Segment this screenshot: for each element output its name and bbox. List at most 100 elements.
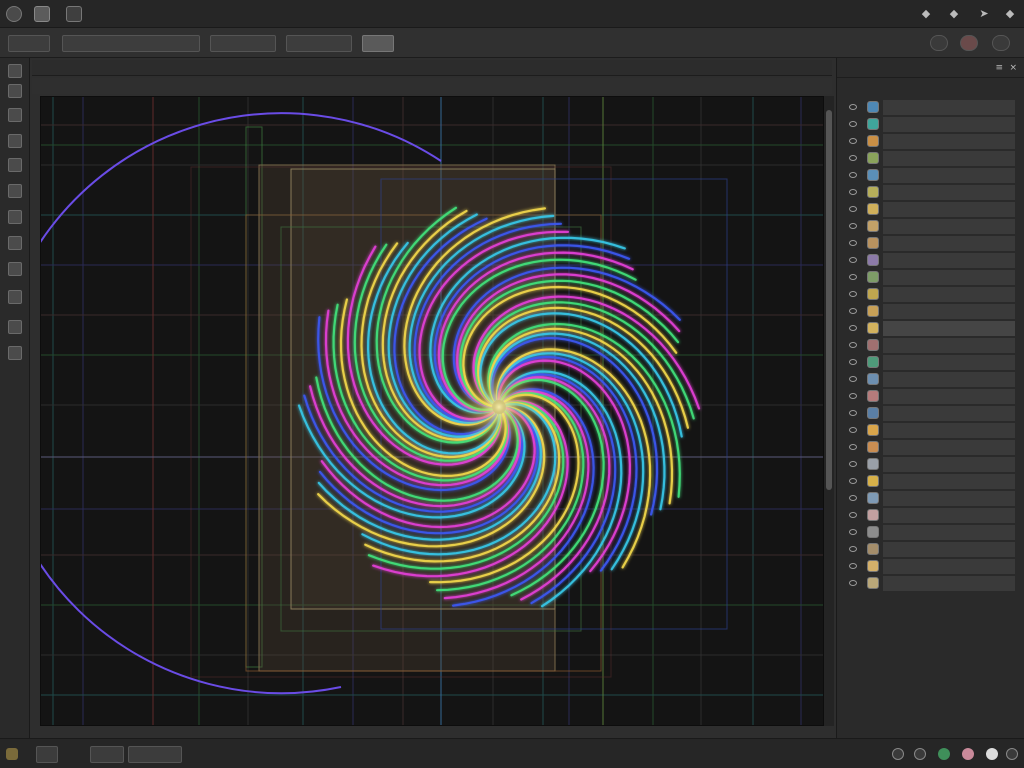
- layer-row[interactable]: [841, 151, 1021, 166]
- visibility-eye-icon[interactable]: [849, 291, 857, 297]
- visibility-eye-icon[interactable]: [849, 308, 857, 314]
- layer-name-field[interactable]: [883, 185, 1015, 200]
- toggle-button[interactable]: [362, 35, 394, 52]
- layer-name-field[interactable]: [883, 321, 1015, 336]
- layer-row[interactable]: [841, 168, 1021, 183]
- visibility-eye-icon[interactable]: [849, 155, 857, 161]
- user-avatar[interactable]: [960, 35, 978, 51]
- lasso-tool-icon[interactable]: [8, 108, 22, 122]
- layer-name-field[interactable]: [883, 372, 1015, 387]
- layer-row[interactable]: [841, 474, 1021, 489]
- layer-name-field[interactable]: [883, 389, 1015, 404]
- panel-close-icon[interactable]: ×: [1009, 63, 1017, 73]
- layer-row[interactable]: [841, 406, 1021, 421]
- layer-name-field[interactable]: [883, 440, 1015, 455]
- visibility-eye-icon[interactable]: [849, 546, 857, 552]
- layer-row[interactable]: [841, 491, 1021, 506]
- layer-name-field[interactable]: [883, 559, 1015, 574]
- opacity-field[interactable]: [286, 35, 352, 52]
- visibility-eye-icon[interactable]: [849, 189, 857, 195]
- shape-tool-icon[interactable]: [8, 320, 22, 334]
- layer-name-field[interactable]: [883, 304, 1015, 319]
- crop-tool-icon[interactable]: [8, 134, 22, 148]
- visibility-eye-icon[interactable]: [849, 410, 857, 416]
- layer-row[interactable]: [841, 440, 1021, 455]
- move-tool-icon[interactable]: [8, 64, 22, 78]
- layer-name-field[interactable]: [883, 423, 1015, 438]
- visibility-eye-icon[interactable]: [849, 138, 857, 144]
- text-tool-icon[interactable]: [8, 290, 22, 304]
- cloud-icon[interactable]: [986, 748, 998, 760]
- notifications-icon[interactable]: [1006, 748, 1018, 760]
- layer-name-field[interactable]: [883, 406, 1015, 421]
- maximize-icon[interactable]: ◆: [948, 8, 960, 20]
- layer-name-field[interactable]: [883, 219, 1015, 234]
- layer-name-field[interactable]: [883, 355, 1015, 370]
- layer-row[interactable]: [841, 287, 1021, 302]
- layer-row[interactable]: [841, 270, 1021, 285]
- settings-icon[interactable]: [992, 35, 1010, 51]
- document-tab[interactable]: [32, 78, 832, 94]
- layer-row[interactable]: [841, 576, 1021, 591]
- status-button-1[interactable]: [90, 746, 124, 763]
- layer-row[interactable]: [841, 423, 1021, 438]
- layer-name-field[interactable]: [883, 134, 1015, 149]
- profile-icon[interactable]: [962, 748, 974, 760]
- gradient-tool-icon[interactable]: [8, 236, 22, 250]
- canvas-viewport[interactable]: [40, 96, 824, 726]
- visibility-eye-icon[interactable]: [849, 359, 857, 365]
- layer-name-field[interactable]: [883, 508, 1015, 523]
- layers-filter-bar[interactable]: [837, 80, 1024, 96]
- layer-name-field[interactable]: [883, 270, 1015, 285]
- zoom-tool-icon[interactable]: [8, 346, 22, 360]
- visibility-eye-icon[interactable]: [849, 495, 857, 501]
- visibility-eye-icon[interactable]: [849, 257, 857, 263]
- file-menu-icon[interactable]: [34, 6, 50, 22]
- layer-name-field[interactable]: [883, 542, 1015, 557]
- mode-dropdown[interactable]: [210, 35, 276, 52]
- visibility-eye-icon[interactable]: [849, 172, 857, 178]
- layer-name-field[interactable]: [883, 491, 1015, 506]
- layer-row[interactable]: [841, 525, 1021, 540]
- visibility-eye-icon[interactable]: [849, 325, 857, 331]
- timer-icon[interactable]: [914, 748, 926, 760]
- layer-row[interactable]: [841, 304, 1021, 319]
- canvas-scrollbar[interactable]: [824, 96, 834, 726]
- layer-name-field[interactable]: [883, 576, 1015, 591]
- layer-row[interactable]: [841, 321, 1021, 336]
- layer-name-field[interactable]: [883, 168, 1015, 183]
- edit-menu-icon[interactable]: [66, 6, 82, 22]
- layer-row[interactable]: [841, 338, 1021, 353]
- visibility-eye-icon[interactable]: [849, 580, 857, 586]
- layer-name-field[interactable]: [883, 525, 1015, 540]
- layer-row[interactable]: [841, 542, 1021, 557]
- layer-name-field[interactable]: [883, 236, 1015, 251]
- layer-row[interactable]: [841, 457, 1021, 472]
- visibility-eye-icon[interactable]: [849, 529, 857, 535]
- brush-tool-icon[interactable]: [8, 158, 22, 172]
- visibility-eye-icon[interactable]: [849, 461, 857, 467]
- visibility-eye-icon[interactable]: [849, 342, 857, 348]
- visibility-eye-icon[interactable]: [849, 444, 857, 450]
- layer-row[interactable]: [841, 117, 1021, 132]
- layer-name-field[interactable]: [883, 474, 1015, 489]
- visibility-eye-icon[interactable]: [849, 512, 857, 518]
- visibility-eye-icon[interactable]: [849, 427, 857, 433]
- layer-name-field[interactable]: [883, 100, 1015, 115]
- layer-row[interactable]: [841, 100, 1021, 115]
- visibility-eye-icon[interactable]: [849, 206, 857, 212]
- pin-icon[interactable]: ➤: [978, 8, 990, 20]
- visibility-eye-icon[interactable]: [849, 274, 857, 280]
- panel-menu-icon[interactable]: ≡: [995, 63, 1003, 73]
- layer-name-field[interactable]: [883, 338, 1015, 353]
- layer-row[interactable]: [841, 185, 1021, 200]
- visibility-eye-icon[interactable]: [849, 376, 857, 382]
- visibility-eye-icon[interactable]: [849, 223, 857, 229]
- layer-name-field[interactable]: [883, 151, 1015, 166]
- close-icon[interactable]: ◆: [1004, 8, 1016, 20]
- layer-name-field[interactable]: [883, 202, 1015, 217]
- layer-row[interactable]: [841, 202, 1021, 217]
- visibility-eye-icon[interactable]: [849, 393, 857, 399]
- layer-row[interactable]: [841, 355, 1021, 370]
- layer-name-field[interactable]: [883, 253, 1015, 268]
